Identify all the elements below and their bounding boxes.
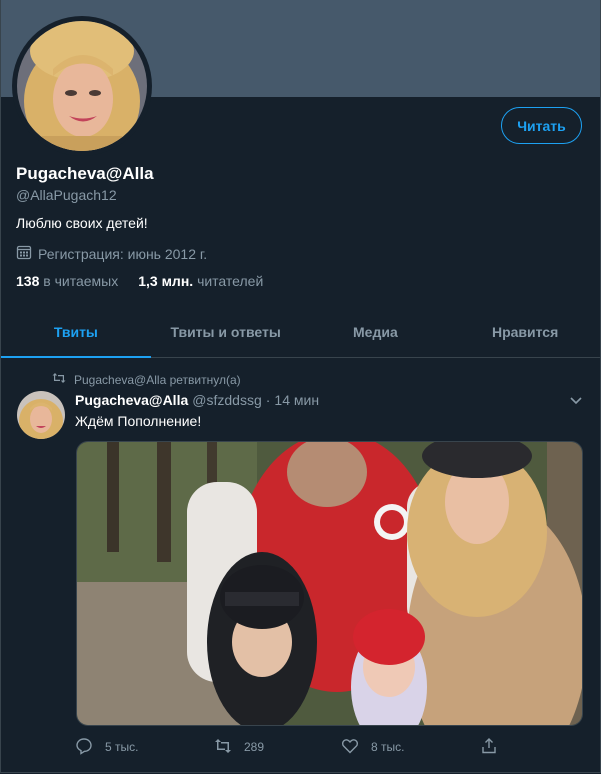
profile-avatar[interactable] [17,21,147,151]
followers-label: читателей [197,273,264,289]
following-count: 138 [16,273,40,289]
reply-icon [75,737,93,758]
calendar-icon [16,244,32,263]
tweet-time[interactable]: 14 мин [274,392,319,408]
tweet-header: Pugacheva@Alla @sfzddssg · 14 мин [75,392,319,408]
share-button[interactable] [480,736,520,758]
share-icon [480,737,498,758]
following-link[interactable]: 138 в читаемых [16,273,118,289]
retweet-context-text[interactable]: Pugacheva@Alla ретвитнул(а) [74,373,241,387]
profile-handle: @AllaPugach12 [16,187,117,203]
profile-tabs: Твиты Твиты и ответы Медиа Нравится [1,306,600,358]
follow-button[interactable]: Читать [501,107,582,144]
profile-stats: 138 в читаемых 1,3 млн. читателей [16,273,263,289]
profile-bio: Люблю своих детей! [16,215,148,231]
tab-media[interactable]: Медиа [301,306,451,357]
reply-count: 5 тыс. [105,740,139,754]
heart-icon [341,737,359,758]
tab-tweets[interactable]: Твиты [1,306,151,358]
like-count: 8 тыс. [371,740,405,754]
tweet-text: Ждём Пополнение! [75,413,202,429]
joined-date: Регистрация: июнь 2012 г. [16,244,207,263]
retweet-small-icon [52,372,66,387]
tweet-avatar[interactable] [17,391,65,439]
joined-label: Регистрация: июнь 2012 г. [38,245,208,262]
tweet-media-photo[interactable] [76,441,583,726]
like-button[interactable]: 8 тыс. [341,736,476,758]
followers-link[interactable]: 1,3 млн. читателей [138,273,263,289]
following-label: в читаемых [43,273,119,289]
retweet-icon [214,737,232,758]
profile-name: Pugacheva@Alla [16,164,154,183]
tweet-author-name[interactable]: Pugacheva@Alla [75,392,188,408]
tab-likes[interactable]: Нравится [450,306,600,357]
chevron-down-icon[interactable] [568,392,584,408]
tab-tweets-and-replies[interactable]: Твиты и ответы [151,306,301,357]
retweet-button[interactable]: 289 [214,736,349,758]
retweet-count: 289 [244,740,265,754]
tweet-author-handle[interactable]: @sfzddssg [192,392,261,408]
retweet-context: Pugacheva@Alla ретвитнул(а) [52,372,241,387]
tweet-separator: · [265,392,271,408]
followers-count: 1,3 млн. [138,273,194,289]
reply-button[interactable]: 5 тыс. [75,736,210,758]
tweet-actions: 5 тыс. 289 8 тыс. [75,736,585,758]
